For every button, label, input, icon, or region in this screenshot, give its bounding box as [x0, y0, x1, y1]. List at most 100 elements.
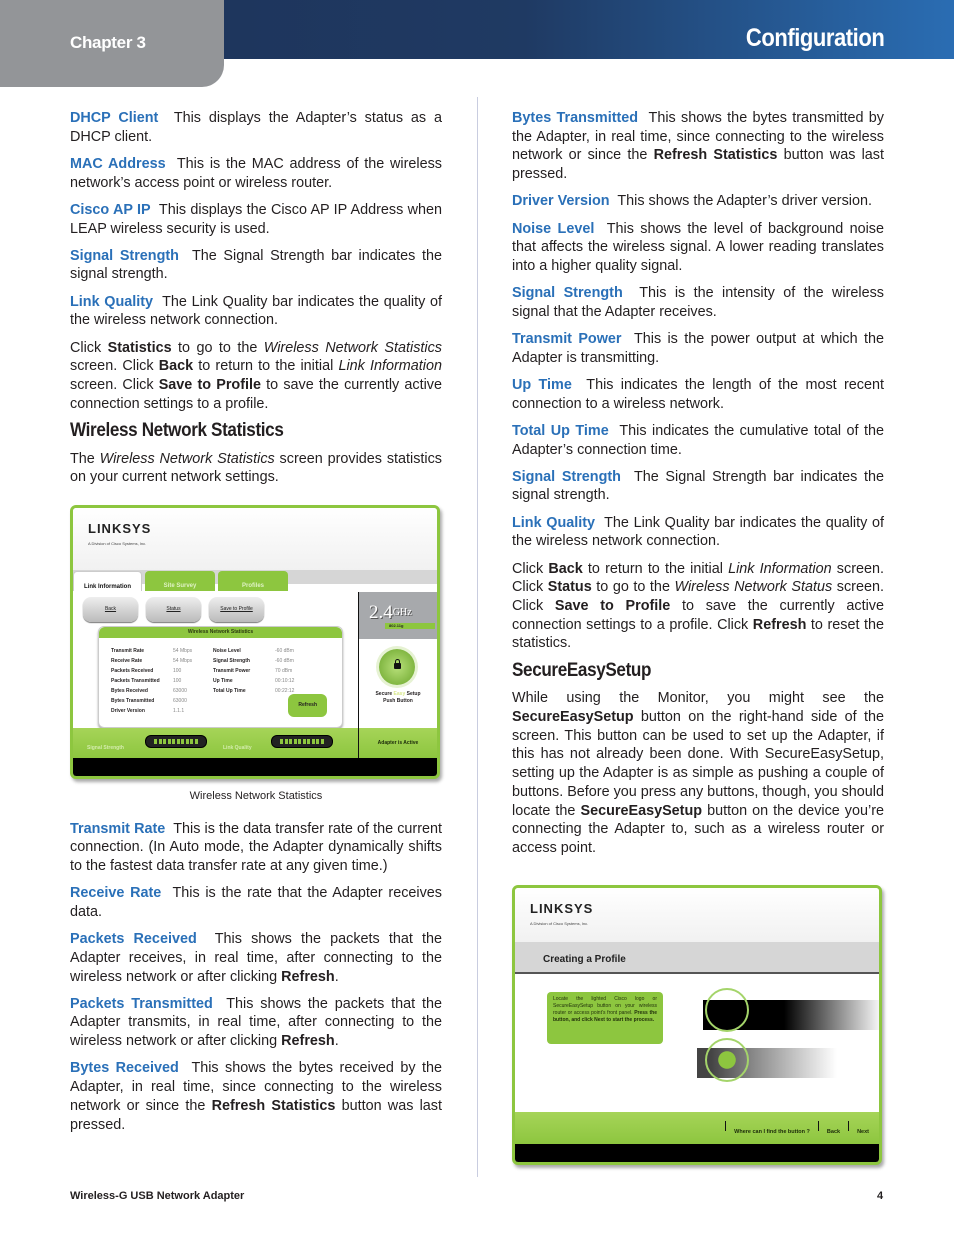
secure-easy-setup-button[interactable] — [379, 648, 415, 685]
meter-segment — [190, 738, 193, 744]
definition-term: MAC Address — [70, 155, 166, 172]
definition-bold: Refresh — [281, 1033, 335, 1050]
click-paragraph-right: Click Back to return to the initial Link… — [512, 560, 884, 652]
definition-term: Signal Strength — [512, 285, 623, 302]
where-find-button-link[interactable]: Where can I find the button ? — [734, 1123, 810, 1142]
definition-term: Link Quality — [512, 514, 596, 531]
meter-segment — [176, 738, 180, 744]
definition-text: This shows the Adapter’s driver version. — [617, 193, 872, 210]
stat-label: Signal Strength — [213, 657, 250, 664]
definition-term: Bytes Received — [70, 1060, 179, 1077]
definition-item: Noise Level This shows the level of back… — [512, 220, 884, 276]
stat-value: 00:10:12 — [275, 677, 295, 684]
stat-row: Transmit Rate 54 Mbps — [111, 646, 213, 656]
statistics-grid: Transmit Rate 54 Mbps Receive Rate 54 Mbps P… — [111, 646, 315, 716]
chapter-label: Chapter 3 — [70, 33, 146, 52]
definition-bold: Refresh Statistics — [211, 1097, 336, 1114]
back-link[interactable]: Back — [827, 1123, 840, 1142]
stat-row: Packets Received 100 — [111, 666, 213, 676]
meter-segment — [194, 738, 198, 744]
lock-icon — [394, 658, 401, 669]
stat-label: Noise Level — [213, 647, 241, 654]
stat-label: Total Up Time — [213, 687, 246, 694]
stat-label: Packets Received — [111, 667, 154, 674]
definition-item: Signal Strength The Signal Strength bar … — [70, 247, 442, 284]
refresh-button[interactable]: Refresh — [288, 694, 327, 717]
definition-item: Signal Strength The Signal Strength bar … — [512, 468, 884, 505]
button-row: Back Status Save to Profile — [83, 596, 264, 622]
section-heading-secureeasysetup: SecureEasySetup — [512, 659, 652, 681]
meter-segment — [320, 738, 324, 744]
stat-label: Up Time — [213, 677, 233, 684]
ses-label-push: Push Button — [383, 697, 413, 704]
section-heading-statistics: Wireless Network Statistics — [70, 419, 284, 441]
definitions-top: DHCP Client This displays the Adapter’s … — [70, 109, 442, 330]
definition-term: Packets Received — [70, 931, 197, 948]
ses-paragraph: While using the Monitor, you might see t… — [512, 690, 885, 856]
save-to-profile-button[interactable]: Save to Profile — [209, 596, 264, 622]
page-number: 4 — [877, 1190, 884, 1202]
definition-term: Receive Rate — [70, 885, 162, 902]
figure-caption: Wireless Network Statistics — [189, 789, 323, 802]
stat-row: Noise Level -60 dBm — [213, 646, 315, 656]
highlight-circle — [705, 987, 749, 1032]
definition-term: Bytes Transmitted — [512, 110, 639, 126]
meter-segment — [154, 738, 157, 744]
band-indicator: 2.4GHz 802.11g — [359, 591, 437, 639]
definition-term: Noise Level — [512, 220, 595, 237]
link-quality-meter — [271, 734, 333, 748]
meter-segment — [307, 738, 310, 744]
tab-site-survey[interactable]: Site Survey — [145, 570, 215, 591]
meter-segment — [302, 738, 306, 744]
back-button[interactable]: Back — [83, 596, 138, 622]
separator — [725, 1120, 727, 1131]
definition-item: Link Quality The Link Quality bar indica… — [70, 293, 442, 330]
definition-item: Transmit Rate This is the data transfer … — [70, 820, 442, 876]
adapter-status: Adapter is Active — [358, 727, 437, 758]
definition-item: Link Quality The Link Quality bar indica… — [512, 514, 884, 551]
click-paragraph: Click Statistics to go to the Wireless N… — [70, 339, 443, 412]
stat-value: 100 — [173, 667, 182, 674]
definition-item: Cisco AP IP This displays the Cisco AP I… — [70, 201, 442, 238]
statistics-screenshot: LINKSYS A Division of Cisco Systems, Inc… — [70, 504, 440, 779]
definition-item: Driver Version This shows the Adapter’s … — [512, 192, 884, 211]
signal-strength-meter — [145, 734, 207, 748]
screenshot-header: LINKSYS A Division of Cisco Systems, Inc… — [515, 887, 879, 942]
profile-title-bar: Creating a Profile — [515, 941, 879, 974]
definition-bold: Refresh Statistics — [653, 147, 778, 164]
left-column: DHCP Client This displays the Adapter’s … — [70, 109, 442, 1143]
stat-row: Transmit Power 70 dBm — [213, 666, 315, 676]
meter-segment — [293, 738, 297, 744]
stat-value: 54 Mbps — [173, 657, 193, 664]
meter-segment — [298, 738, 301, 744]
band-unit: GHz — [392, 606, 412, 618]
definition-term: Packets Transmitted — [70, 995, 213, 1012]
ses-label-easy: Easy — [393, 690, 406, 697]
section-intro: The Wireless Network Statistics screen p… — [70, 450, 442, 486]
definition-item: Bytes Transmitted This shows the bytes t… — [512, 109, 884, 184]
definition-item: DHCP Client This displays the Adapter’s … — [70, 109, 442, 146]
stat-label: Transmit Rate — [111, 647, 145, 654]
meter-segment — [311, 738, 315, 744]
band-number: 2.4 — [369, 601, 393, 623]
linksys-logo-sub: A Division of Cisco Systems, Inc. — [530, 920, 589, 926]
stat-row: Packets Transmitted 100 — [111, 676, 213, 686]
meter-segment — [289, 738, 292, 744]
link-quality-label: Link Quality — [223, 744, 252, 751]
instruction-callout: Locate the lighted Cisco logo or SecureE… — [547, 991, 663, 1044]
stats-left-column: Transmit Rate 54 Mbps Receive Rate 54 Mbps P… — [111, 646, 213, 716]
status-button[interactable]: Status — [146, 596, 201, 622]
stat-value: 100 — [173, 677, 182, 684]
next-link[interactable]: Next — [857, 1123, 869, 1142]
stat-value: 63000 — [173, 697, 187, 704]
definitions-bottom: Transmit Rate This is the data transfer … — [70, 820, 442, 1135]
right-column: Bytes Transmitted This shows the bytes t… — [512, 109, 884, 1165]
secure-easy-setup: Secure Easy Setup Push Button — [359, 639, 437, 712]
tab-link-information[interactable]: Link Information — [73, 570, 142, 591]
tab-profiles[interactable]: Profiles — [218, 570, 288, 591]
statistics-panel-title: Wireless Network Statistics — [99, 626, 342, 638]
definition-term: Link Quality — [70, 293, 154, 310]
stat-row: Up Time 00:10:12 — [213, 676, 315, 686]
stat-row: Bytes Received 63000 — [111, 686, 213, 696]
meter-segment — [167, 738, 171, 744]
